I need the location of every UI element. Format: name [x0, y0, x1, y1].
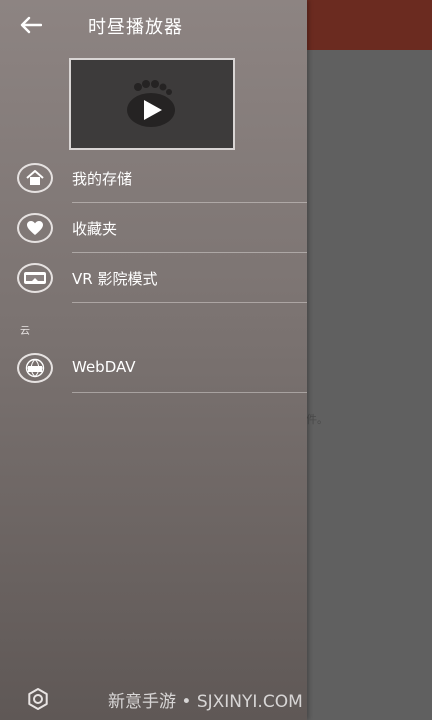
globe-dav-icon — [17, 353, 53, 383]
drawer-footer: 新意手游 • SJXINYI.COM — [0, 675, 432, 720]
player-logo-thumbnail[interactable] — [69, 58, 235, 150]
vr-headset-icon — [17, 263, 53, 293]
menu-item-label: 我的存储 — [72, 170, 133, 188]
divider — [72, 302, 307, 303]
section-header-cloud: 云 — [20, 326, 30, 337]
background-text: 件。 — [306, 413, 328, 426]
navigation-drawer: 时昼播放器 我的存储 收藏夹 VR 影院模式 云 WebDAV — [0, 0, 307, 720]
menu-item-webdav[interactable]: WebDAV — [0, 343, 307, 393]
menu-item-vr-cinema[interactable]: VR 影院模式 — [0, 253, 307, 303]
settings-button[interactable] — [25, 686, 51, 712]
play-footprint-icon — [127, 80, 175, 127]
drawer-header: 时昼播放器 — [0, 0, 307, 50]
menu-item-label: 收藏夹 — [72, 220, 118, 238]
gear-icon — [28, 688, 48, 710]
menu-item-my-storage[interactable]: 我的存储 — [0, 153, 307, 203]
menu-item-label: VR 影院模式 — [72, 270, 158, 288]
menu-item-favorites[interactable]: 收藏夹 — [0, 203, 307, 253]
watermark-text: 新意手游 • SJXINYI.COM — [108, 692, 303, 712]
divider — [72, 392, 307, 393]
app-title: 时昼播放器 — [88, 17, 183, 38]
back-button[interactable] — [16, 12, 46, 38]
heart-icon — [17, 213, 53, 243]
home-icon — [17, 163, 53, 193]
arrow-left-icon — [20, 16, 42, 34]
menu-item-label: WebDAV — [72, 358, 136, 376]
